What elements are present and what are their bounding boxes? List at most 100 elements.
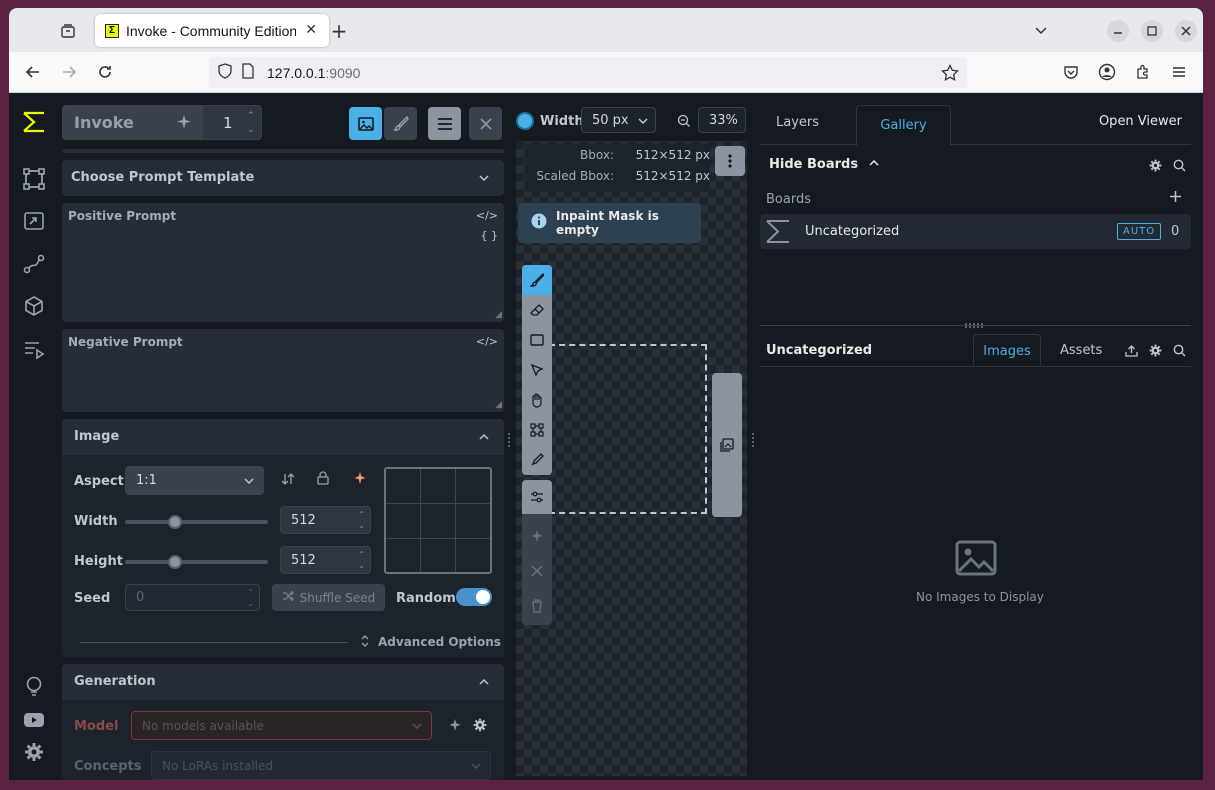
canvas-mode-image-button[interactable]	[349, 107, 382, 140]
shield-icon[interactable]	[217, 63, 233, 82]
settings-gear-icon[interactable]	[22, 740, 46, 764]
add-board-icon[interactable]	[1169, 190, 1182, 207]
menu-icon[interactable]	[1169, 62, 1189, 82]
account-icon[interactable]	[1097, 62, 1117, 82]
aspect-select[interactable]: 1:1	[125, 466, 264, 495]
close-window-icon[interactable]	[1175, 20, 1197, 42]
brush-color-swatch[interactable]	[516, 112, 534, 130]
auto-mask-sparkle-icon[interactable]	[522, 521, 552, 551]
random-toggle[interactable]	[456, 588, 492, 606]
maximize-icon[interactable]	[1141, 20, 1163, 42]
zoom-out-icon[interactable]	[677, 114, 691, 132]
concepts-select[interactable]: No LoRAs installed	[151, 751, 491, 780]
advanced-options-toggle[interactable]: Advanced Options	[378, 635, 501, 649]
menu-toggle-button[interactable]	[428, 107, 461, 140]
rectangle-tool-icon[interactable]	[522, 325, 552, 355]
staging-panel-button[interactable]	[712, 373, 742, 517]
generation-section-header[interactable]: Generation	[62, 664, 504, 700]
forward-icon[interactable]	[59, 62, 79, 82]
left-panel-resize-handle[interactable]	[508, 433, 512, 447]
board-search-icon[interactable]	[1173, 159, 1186, 176]
browser-tab[interactable]: Σ Invoke - Community Edition ✕	[95, 14, 329, 47]
gallery-search-icon[interactable]	[1173, 344, 1186, 361]
lock-aspect-icon[interactable]	[316, 471, 330, 489]
width-input[interactable]: 512 ⌃ ⌄	[280, 506, 371, 534]
hide-boards-button[interactable]: Hide Boards	[769, 157, 879, 172]
minimize-icon[interactable]	[1107, 20, 1129, 42]
height-stepper[interactable]: ⌃ ⌄	[358, 549, 365, 571]
brush-width-select[interactable]: 50 px	[581, 107, 656, 133]
canvas-more-button[interactable]	[715, 146, 745, 176]
width-slider[interactable]	[125, 515, 268, 529]
width-slider-thumb[interactable]	[168, 515, 183, 529]
brush-tool-icon[interactable]	[522, 265, 552, 295]
gallery-resize-handle[interactable]	[965, 323, 983, 328]
page-info-icon[interactable]	[241, 63, 255, 82]
tab-gallery[interactable]: Gallery	[856, 105, 951, 146]
height-slider[interactable]	[125, 555, 268, 569]
seed-stepper[interactable]: ⌃ ⌄	[247, 587, 254, 609]
right-panel-resize-handle[interactable]	[752, 433, 756, 447]
url-bar[interactable]: 127.0.0.1:9090	[209, 57, 967, 88]
board-settings-gear-icon[interactable]	[1149, 159, 1162, 176]
tab-assets[interactable]: Assets	[1060, 343, 1102, 358]
reset-close-icon[interactable]	[522, 556, 552, 586]
shuffle-seed-button[interactable]: Shuffle Seed	[272, 584, 385, 611]
positive-prompt-label: Positive Prompt	[68, 209, 177, 223]
close-tab-icon[interactable]: ✕	[305, 21, 317, 38]
eraser-tool-icon[interactable]	[522, 295, 552, 325]
bookmark-star-icon[interactable]	[941, 63, 959, 85]
height-input[interactable]: 512 ⌃ ⌄	[280, 546, 371, 574]
tab-layers[interactable]: Layers	[776, 115, 819, 130]
tab-images[interactable]: Images	[973, 334, 1041, 367]
optimal-size-sparkle-icon[interactable]	[353, 471, 367, 489]
new-tab-icon[interactable]: +	[327, 19, 351, 43]
queue-tab-icon[interactable]	[22, 337, 46, 361]
view-hand-tool-icon[interactable]	[522, 385, 552, 415]
model-select[interactable]: No models available	[131, 711, 432, 740]
chevron-down-icon[interactable]	[1031, 20, 1051, 40]
model-settings-gear-icon[interactable]	[473, 718, 487, 736]
resize-handle-icon[interactable]: ◢	[495, 400, 502, 410]
code-icon[interactable]: </>	[476, 209, 498, 222]
bbox-tool-icon[interactable]	[522, 415, 552, 445]
resize-handle-icon[interactable]: ◢	[495, 310, 502, 320]
invoke-button[interactable]: Invoke	[62, 105, 202, 140]
canvas-mode-brush-button[interactable]	[384, 107, 417, 140]
width-stepper[interactable]: ⌃ ⌄	[358, 509, 365, 531]
lightbulb-icon[interactable]	[22, 674, 46, 698]
negative-prompt-field[interactable]: Negative Prompt </> ◢	[62, 329, 504, 412]
extensions-icon[interactable]	[1133, 62, 1153, 82]
gallery-settings-gear-icon[interactable]	[1149, 344, 1162, 361]
canvas-tool-column	[522, 265, 552, 625]
workflows-tab-icon[interactable]	[22, 252, 46, 276]
bbox-rectangle[interactable]	[549, 344, 707, 514]
pocket-icon[interactable]	[1061, 62, 1081, 82]
move-tool-icon[interactable]	[522, 355, 552, 385]
youtube-icon[interactable]	[22, 708, 46, 732]
seed-input[interactable]: 0 ⌃ ⌄	[125, 584, 260, 611]
upscaling-tab-icon[interactable]	[22, 209, 46, 233]
tab-list-icon[interactable]	[57, 20, 79, 42]
canvas-tab-icon[interactable]	[22, 167, 46, 191]
cancel-button[interactable]	[469, 107, 502, 140]
model-sparkle-icon[interactable]	[448, 718, 462, 736]
height-slider-thumb[interactable]	[168, 555, 183, 569]
zoom-input[interactable]: 33%	[698, 107, 746, 133]
board-item-uncategorized[interactable]: Uncategorized AUTO 0	[760, 214, 1191, 249]
delete-trash-icon[interactable]	[522, 591, 552, 621]
reload-icon[interactable]	[95, 62, 115, 82]
image-section-header[interactable]: Image	[62, 419, 504, 455]
iterations-stepper[interactable]: ⌃ ⌄	[247, 109, 255, 137]
prompt-template-select[interactable]: Choose Prompt Template	[62, 160, 504, 196]
models-tab-icon[interactable]	[22, 294, 46, 318]
positive-prompt-field[interactable]: Positive Prompt </> { } ◢	[62, 203, 504, 322]
upload-icon[interactable]	[1125, 344, 1138, 361]
color-picker-tool-icon[interactable]	[522, 445, 552, 475]
code-icon[interactable]: </>	[476, 335, 498, 348]
filter-settings-icon[interactable]	[522, 480, 552, 514]
back-icon[interactable]	[23, 62, 43, 82]
swap-dimensions-icon[interactable]	[281, 472, 295, 490]
braces-icon[interactable]: { }	[481, 229, 499, 242]
open-viewer-button[interactable]: Open Viewer	[1099, 114, 1182, 129]
